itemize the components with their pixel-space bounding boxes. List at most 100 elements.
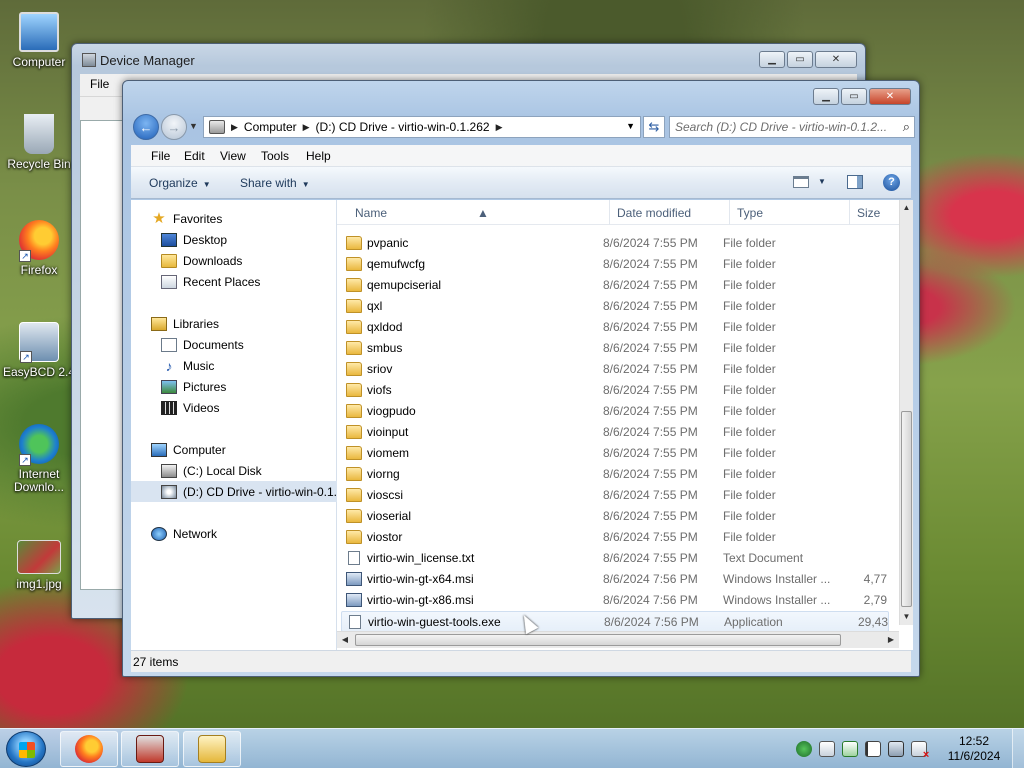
clock[interactable]: 12:52 11/6/2024 [944, 734, 1004, 764]
file-row[interactable]: vioserial 8/6/2024 7:55 PM File folder [341, 506, 889, 527]
file-row[interactable]: smbus 8/6/2024 7:55 PM File folder [341, 338, 889, 359]
refresh-button[interactable]: ⇆ [643, 116, 665, 138]
action-center-flag-icon[interactable] [865, 741, 881, 757]
organize-label: Organize [149, 176, 198, 190]
address-bar[interactable]: ▶ Computer ▶ (D:) CD Drive - virtio-win-… [203, 116, 641, 138]
file-row[interactable]: virtio-win-gt-x86.msi 8/6/2024 7:56 PM Win… [341, 590, 889, 611]
share-with-button[interactable]: Share with ▼ [240, 176, 310, 190]
device-tree[interactable] [80, 120, 124, 590]
file-row[interactable]: virtio-win-guest-tools.exe 8/6/2024 7:56 … [341, 611, 889, 632]
recent-pages-dropdown-icon[interactable]: ▼ [189, 121, 198, 131]
column-divider[interactable] [849, 200, 850, 225]
explorer-window[interactable]: ▁ ▭ ✕ ← → ▼ ▶ Computer ▶ (D:) CD Drive -… [122, 80, 920, 677]
file-row[interactable]: qemupciserial 8/6/2024 7:55 PM File folder [341, 275, 889, 296]
change-view-icon[interactable] [793, 176, 809, 188]
search-input[interactable]: Search (D:) CD Drive - virtio-win-0.1.2.… [669, 116, 915, 138]
scroll-left-icon[interactable]: ◀ [337, 632, 353, 648]
maximize-button[interactable]: ▭ [841, 88, 867, 105]
close-button[interactable]: ✕ [815, 51, 857, 68]
nav-documents[interactable]: Documents [131, 334, 337, 355]
menu-file[interactable]: File [90, 77, 109, 91]
file-row[interactable]: pvpanic 8/6/2024 7:55 PM File folder [341, 233, 889, 254]
chevron-right-icon[interactable]: ▶ [303, 122, 310, 133]
menu-help[interactable]: Help [306, 149, 331, 163]
column-type[interactable]: Type [737, 206, 763, 220]
desktop-icon-computer[interactable]: Computer [1, 12, 77, 69]
help-icon[interactable]: ? [883, 174, 900, 191]
chevron-right-icon[interactable]: ▶ [231, 122, 238, 133]
horizontal-scrollbar[interactable]: ◀ ▶ [337, 631, 899, 648]
file-row[interactable]: viofs 8/6/2024 7:55 PM File folder [341, 380, 889, 401]
file-row[interactable]: viorng 8/6/2024 7:55 PM File folder [341, 464, 889, 485]
desktop-icon-recycle-bin[interactable]: Recycle Bin [1, 114, 77, 171]
file-row[interactable]: qxldod 8/6/2024 7:55 PM File folder [341, 317, 889, 338]
search-icon[interactable]: ⌕ [903, 119, 910, 135]
nav-computer[interactable]: Computer [131, 439, 337, 460]
clipboard-tray-icon[interactable] [819, 741, 835, 757]
breadcrumb-cd-drive[interactable]: (D:) CD Drive - virtio-win-0.1.262 [316, 120, 490, 134]
chevron-down-icon[interactable]: ▼ [818, 177, 826, 186]
minimize-button[interactable]: ▁ [813, 88, 839, 105]
chevron-right-icon[interactable]: ▶ [496, 122, 503, 133]
file-row[interactable]: qemufwcfg 8/6/2024 7:55 PM File folder [341, 254, 889, 275]
forward-button[interactable]: → [161, 114, 187, 140]
preview-pane-icon[interactable] [847, 175, 863, 189]
nav-downloads[interactable]: Downloads [131, 250, 337, 271]
volume-muted-icon[interactable] [911, 741, 929, 761]
shield-tray-icon[interactable] [842, 741, 858, 757]
desktop-icon-firefox[interactable]: ↗ Firefox [1, 220, 77, 277]
file-row[interactable]: viomem 8/6/2024 7:55 PM File folder [341, 443, 889, 464]
column-divider[interactable] [609, 200, 610, 225]
nav-cd-drive[interactable]: (D:) CD Drive - virtio-win-0.1.. [131, 481, 337, 502]
nav-local-disk[interactable]: (C:) Local Disk [131, 460, 337, 481]
network-adapter-icon[interactable] [888, 741, 904, 757]
taskbar-explorer[interactable] [183, 731, 241, 767]
desktop-icon-easybcd[interactable]: ↗ EasyBCD 2.4 [1, 322, 77, 379]
nav-pictures[interactable]: Pictures [131, 376, 337, 397]
organize-button[interactable]: Organize ▼ [149, 176, 211, 190]
file-row[interactable]: viostor 8/6/2024 7:55 PM File folder [341, 527, 889, 548]
taskbar-device-manager[interactable] [121, 731, 179, 767]
file-row[interactable]: sriov 8/6/2024 7:55 PM File folder [341, 359, 889, 380]
desktop-icon-img1[interactable]: img1.jpg [1, 540, 77, 591]
show-desktop-button[interactable] [1012, 729, 1024, 768]
scroll-right-icon[interactable]: ▶ [883, 632, 899, 648]
nav-videos[interactable]: Videos [131, 397, 337, 418]
taskbar-firefox[interactable] [60, 731, 118, 767]
nav-desktop[interactable]: Desktop [131, 229, 337, 250]
file-row[interactable]: virtio-win_license.txt 8/6/2024 7:55 PM Te… [341, 548, 889, 569]
file-row[interactable]: vioscsi 8/6/2024 7:55 PM File folder [341, 485, 889, 506]
menu-view[interactable]: View [220, 149, 246, 163]
start-button[interactable] [6, 731, 46, 767]
nav-network[interactable]: Network [131, 523, 337, 544]
back-button[interactable]: ← [133, 114, 159, 140]
scroll-thumb[interactable] [355, 634, 841, 646]
nav-recent-places[interactable]: Recent Places [131, 271, 337, 292]
scroll-up-icon[interactable]: ▲ [900, 200, 913, 216]
file-row[interactable]: virtio-win-gt-x64.msi 8/6/2024 7:56 PM Win… [341, 569, 889, 590]
desktop-icon-idm[interactable]: ↗ Internet Downlo... [1, 424, 77, 494]
menu-file[interactable]: File [151, 149, 170, 163]
column-size[interactable]: Size [857, 206, 880, 220]
file-row[interactable]: qxl 8/6/2024 7:55 PM File folder [341, 296, 889, 317]
scroll-thumb[interactable] [901, 411, 912, 607]
network-tray-icon[interactable] [796, 741, 812, 757]
nav-music[interactable]: ♪ Music [131, 355, 337, 376]
file-row[interactable]: viogpudo 8/6/2024 7:55 PM File folder [341, 401, 889, 422]
breadcrumb-computer[interactable]: Computer [244, 120, 297, 134]
column-name[interactable]: Name [355, 206, 387, 220]
minimize-button[interactable]: ▁ [759, 51, 785, 68]
chevron-down-icon[interactable]: ▼ [626, 121, 635, 131]
vertical-scrollbar[interactable]: ▲ ▼ [899, 200, 913, 625]
close-button[interactable]: ✕ [869, 88, 911, 105]
desktop-icon [161, 232, 177, 247]
maximize-button[interactable]: ▭ [787, 51, 813, 68]
menu-tools[interactable]: Tools [261, 149, 289, 163]
nav-libraries[interactable]: Libraries [131, 313, 337, 334]
file-row[interactable]: vioinput 8/6/2024 7:55 PM File folder [341, 422, 889, 443]
nav-favorites[interactable]: ★ Favorites [131, 208, 337, 229]
scroll-down-icon[interactable]: ▼ [900, 609, 913, 625]
column-date-modified[interactable]: Date modified [617, 206, 691, 220]
menu-edit[interactable]: Edit [184, 149, 205, 163]
column-divider[interactable] [729, 200, 730, 225]
